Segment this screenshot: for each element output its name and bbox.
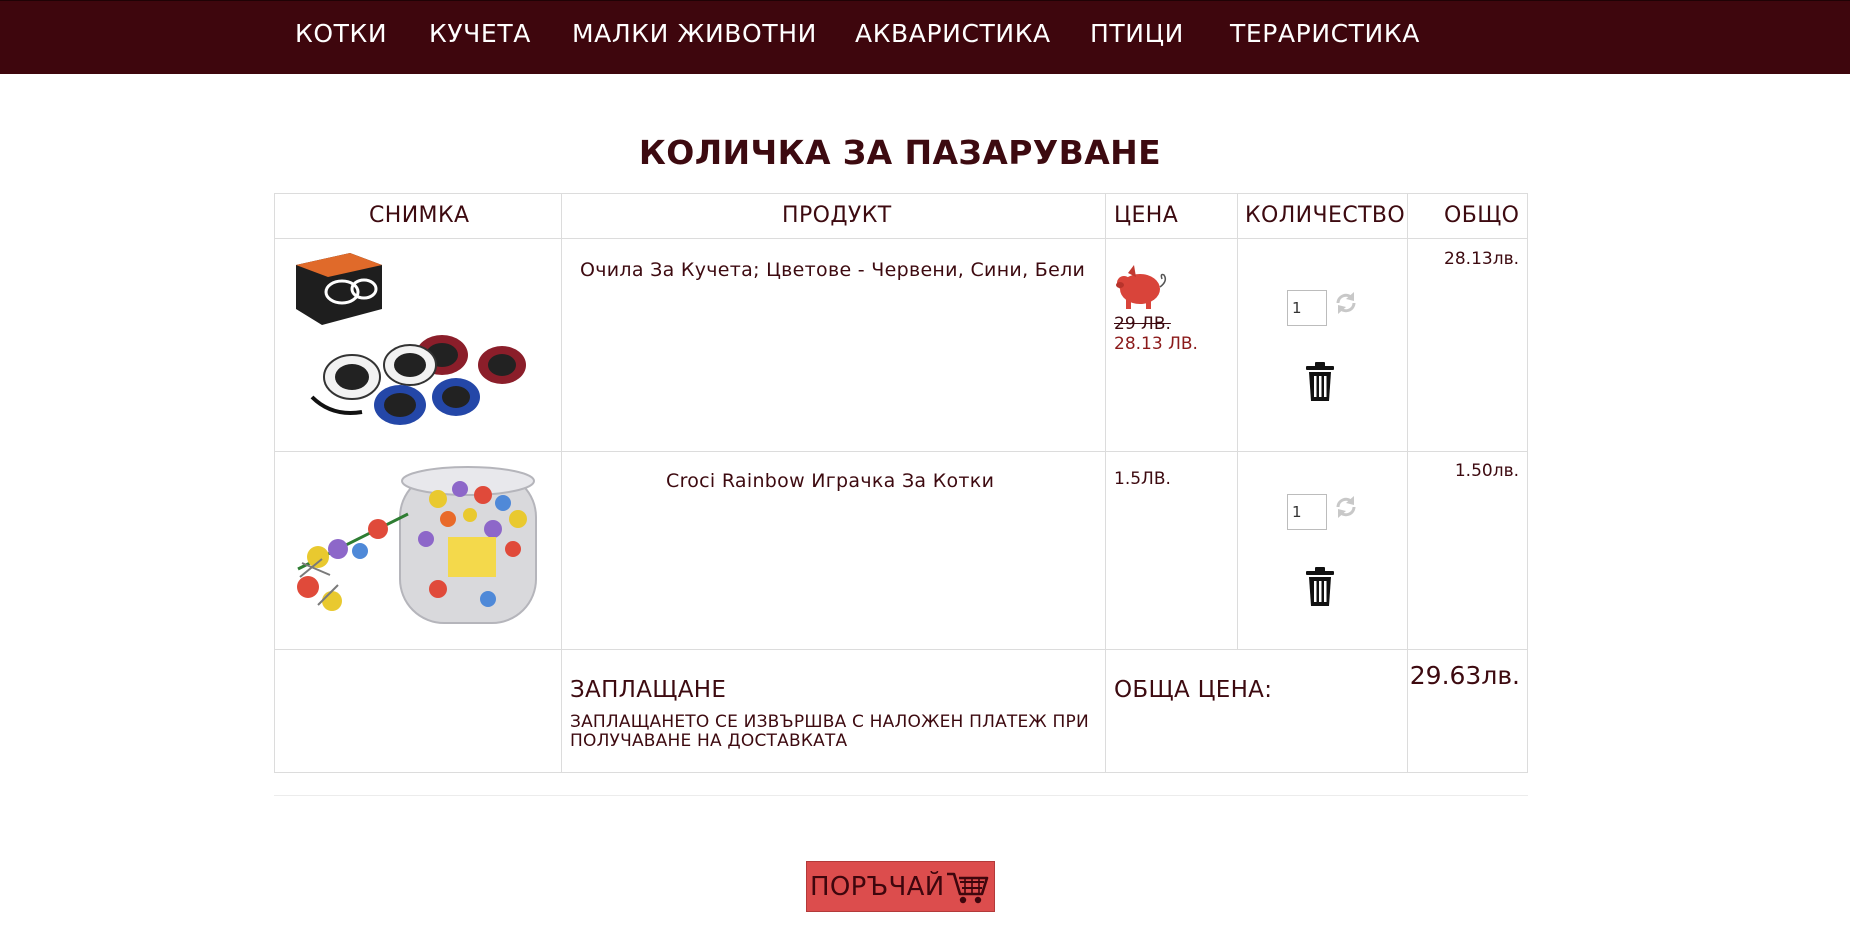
table-border <box>274 193 275 773</box>
table-divider <box>1237 193 1238 649</box>
nav-item-aquaristics[interactable]: АКВАРИСТИКА <box>855 19 1051 48</box>
price: 1.5ЛВ. <box>1114 469 1171 489</box>
quantity-input[interactable] <box>1287 290 1327 326</box>
header-price: ЦЕНА <box>1114 203 1179 228</box>
nav-item-dogs[interactable]: КУЧЕТА <box>429 19 531 48</box>
table-divider <box>1105 193 1106 773</box>
quantity-input[interactable] <box>1287 494 1327 530</box>
refresh-icon[interactable] <box>1332 289 1360 317</box>
top-navigation: КОТКИ КУЧЕТА МАЛКИ ЖИВОТНИ АКВАРИСТИКА П… <box>0 0 1850 74</box>
product-image-cat-toy[interactable] <box>288 459 550 639</box>
order-button-label: ПОРЪЧАЙ <box>810 872 945 902</box>
nav-item-small-animals[interactable]: МАЛКИ ЖИВОТНИ <box>572 19 817 48</box>
price-new: 28.13 ЛВ. <box>1114 334 1198 354</box>
nav-item-birds[interactable]: ПТИЦИ <box>1090 19 1184 48</box>
product-name[interactable]: Очила За Кучета; Цветове - Червени, Сини… <box>580 259 1085 281</box>
refresh-icon[interactable] <box>1332 493 1360 521</box>
line-total: 1.50лв. <box>1454 461 1519 481</box>
trash-icon[interactable] <box>1304 566 1336 608</box>
order-button[interactable]: ПОРЪЧАЙ <box>806 861 995 912</box>
pig-promo-icon <box>1116 265 1167 309</box>
table-divider <box>1407 193 1408 773</box>
nav-item-cats[interactable]: КОТКИ <box>295 19 387 48</box>
trash-icon[interactable] <box>1304 361 1336 403</box>
header-photo: СНИМКА <box>369 203 470 228</box>
nav-item-terraristics[interactable]: ТЕРАРИСТИКА <box>1230 19 1420 48</box>
payment-text: ЗАПЛАЩАНЕТО СЕ ИЗВЪРШВА С НАЛОЖЕН ПЛАТЕЖ… <box>570 712 1089 751</box>
product-name[interactable]: Croci Rainbow Играчка За Котки <box>666 470 994 492</box>
header-total: ОБЩО <box>1444 203 1520 228</box>
header-quantity: КОЛИЧЕСТВО <box>1245 203 1406 228</box>
line-total: 28.13лв. <box>1444 249 1519 269</box>
table-border <box>1527 193 1528 773</box>
table-border <box>274 193 1528 194</box>
total-label: ОБЩА ЦЕНА: <box>1114 677 1273 703</box>
table-divider <box>274 649 1528 650</box>
total-value: 29.63лв. <box>1409 661 1520 690</box>
table-divider <box>274 451 1528 452</box>
payment-title: ЗАПЛАЩАНЕ <box>570 677 727 703</box>
table-divider <box>274 238 1528 239</box>
table-divider <box>561 193 562 773</box>
product-image-dog-goggles[interactable] <box>292 247 548 443</box>
separator <box>274 795 1528 796</box>
cart-table: СНИМКА ПРОДУКТ ЦЕНА КОЛИЧЕСТВО ОБЩО Очил… <box>274 193 1528 773</box>
price-old: 29 ЛВ. <box>1114 314 1171 334</box>
header-product: ПРОДУКТ <box>782 203 892 228</box>
page-title: КОЛИЧКА ЗА ПАЗАРУВАНЕ <box>638 133 1162 172</box>
shopping-cart-icon <box>947 872 989 904</box>
table-border <box>274 772 1528 773</box>
